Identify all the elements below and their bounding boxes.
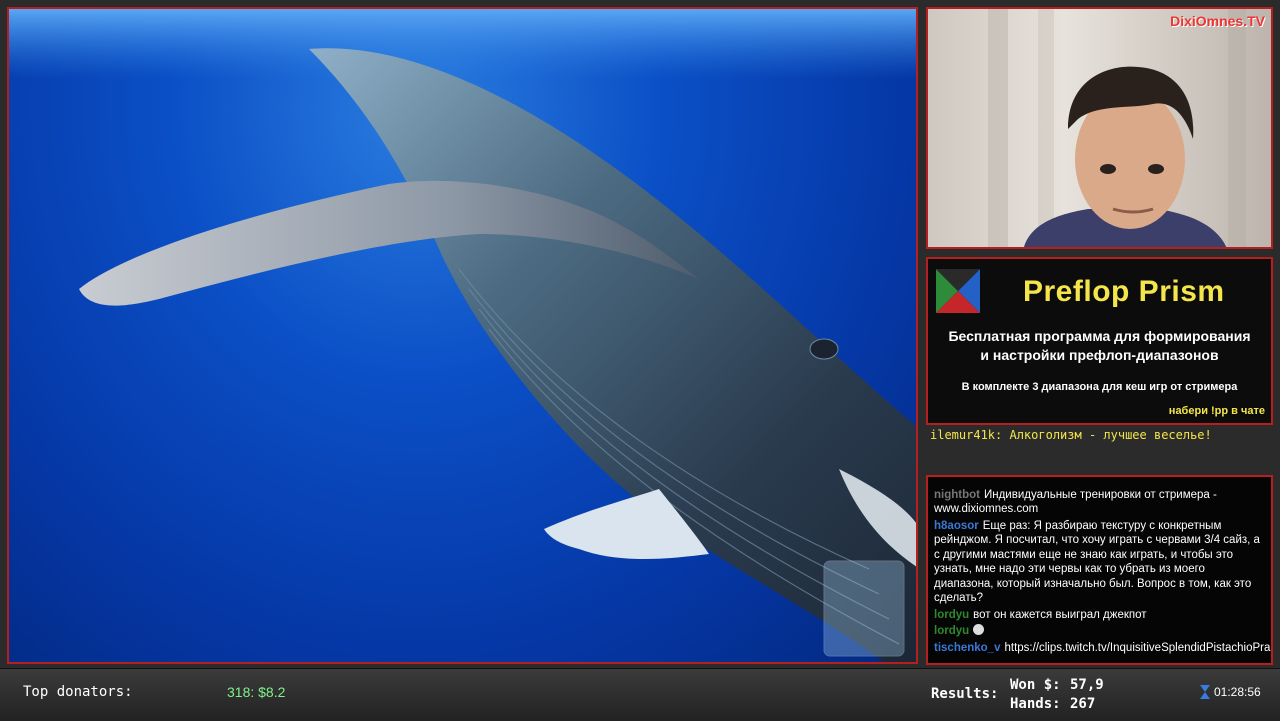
chat-username[interactable]: h8aosor xyxy=(934,520,979,532)
hourglass-icon xyxy=(1200,685,1210,699)
chat-text: Еще раз: Я разбираю текстуру с конкретны… xyxy=(934,519,1260,605)
preflop-prism-logo-icon xyxy=(936,269,980,313)
channel-brand: DixiOmnes.TV xyxy=(1170,13,1265,29)
chat-username[interactable]: tischenko_v xyxy=(934,642,1000,654)
chat-message: lordyu xyxy=(934,624,1265,639)
chat-message-list: nightbot Индивидуальные тренировки от стр… xyxy=(934,488,1271,658)
won-label: Won $: xyxy=(1010,677,1061,693)
promo-description-line2: и настройки префлоп-диапазонов xyxy=(980,347,1219,363)
promo-note: В комплекте 3 диапазона для кеш игр от с… xyxy=(961,381,1238,393)
bottom-stats-bar: Top donators: 318: $8.2 Results: Won $: … xyxy=(0,668,1280,721)
chat-username[interactable]: lordyu xyxy=(934,609,969,621)
streamer-face xyxy=(988,9,1246,247)
face-emote-icon xyxy=(973,624,985,635)
hands-value: 267 xyxy=(1070,696,1096,712)
stream-main-view xyxy=(7,7,918,664)
chat-text: https://clips.twitch.tv/InquisitiveSplen… xyxy=(1004,641,1273,654)
promo-title: Preflop Prism xyxy=(1023,275,1225,308)
timer-value: 01:28:56 xyxy=(1214,685,1261,699)
chat-message: tischenko_v https://clips.twitch.tv/Inqui… xyxy=(934,641,1271,656)
chat-ticker: ilemur41k: Алкоголизм - лучшее веселье! xyxy=(930,428,1212,442)
results-label: Results: xyxy=(931,686,999,702)
chat-message: lordyu вот он кажется выиграл джекпот xyxy=(934,608,1265,623)
chat-username[interactable]: lordyu xyxy=(934,625,969,637)
chat-message: nightbot Индивидуальные тренировки от стр… xyxy=(934,488,1265,517)
promo-cta: набери !pp в чате xyxy=(1168,405,1265,417)
promo-panel: Preflop Prism Бесплатная программа для ф… xyxy=(926,257,1273,425)
chat-panel[interactable]: nightbot Индивидуальные тренировки от стр… xyxy=(926,475,1273,665)
webcam-panel: DixiOmnes.TV xyxy=(926,7,1273,249)
promo-description: Бесплатная программа для формирования и … xyxy=(928,327,1271,365)
chat-text: вот он кажется выиграл джекпот xyxy=(973,608,1147,621)
top-donator-value: 318: $8.2 xyxy=(227,684,286,700)
top-donators-label: Top donators: xyxy=(23,684,133,700)
session-timer: 01:28:56 xyxy=(1200,685,1261,699)
whale-image xyxy=(9,9,916,662)
won-value: 57,9 xyxy=(1070,677,1104,693)
chat-username[interactable]: nightbot xyxy=(934,489,980,501)
promo-description-line1: Бесплатная программа для формирования xyxy=(948,328,1251,344)
chat-message: h8aosor Еще раз: Я разбираю текстуру с ко… xyxy=(934,519,1265,606)
hands-label: Hands: xyxy=(1010,696,1061,712)
